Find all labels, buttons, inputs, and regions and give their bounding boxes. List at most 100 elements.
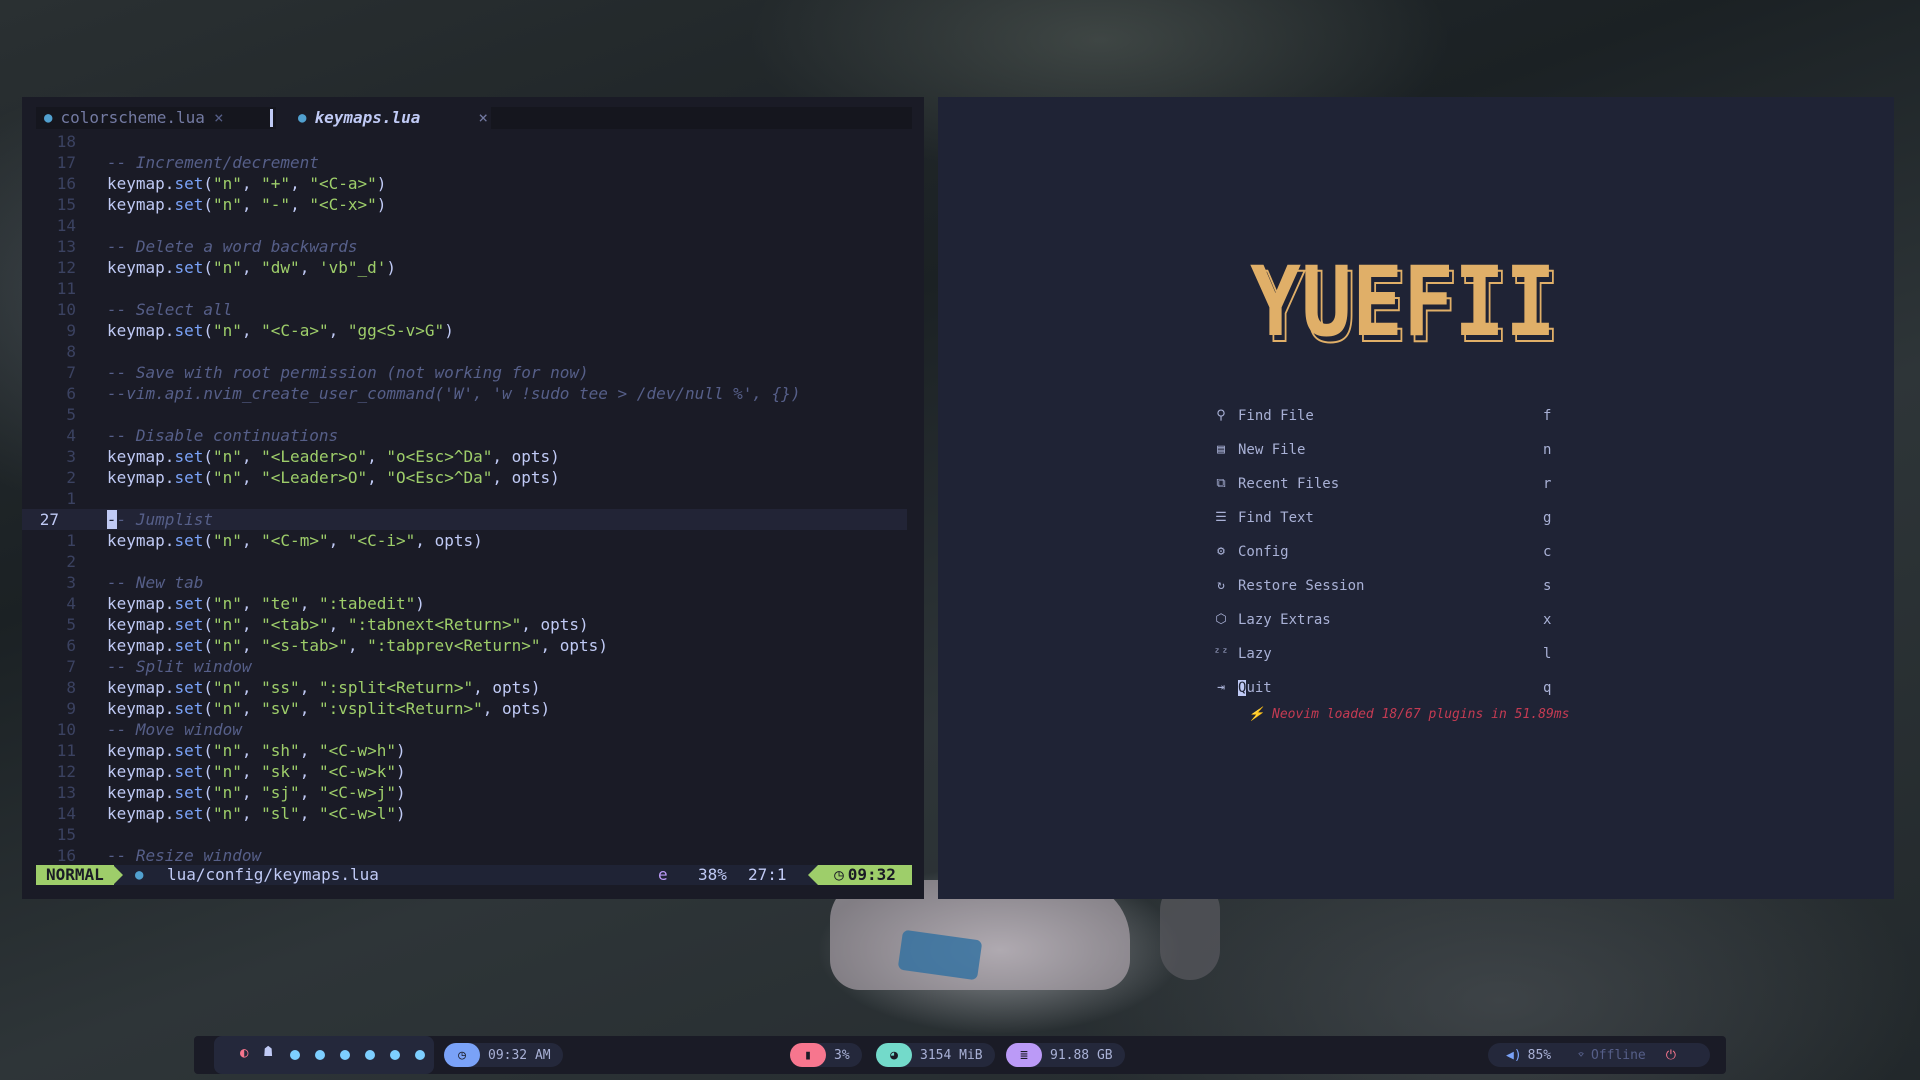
volume-text[interactable]: 85% xyxy=(1528,1048,1551,1063)
line-number: 8 xyxy=(66,342,76,361)
code-line[interactable]: 9 keymap.set("n", "<C-a>", "gg<S-v>G") xyxy=(22,320,924,341)
dashboard-item-lazy-extras[interactable]: ⬡ Lazy Extras x xyxy=(1213,603,1613,637)
code-line[interactable]: 1 keymap.set("n", "<C-m>", "<C-i>", opts) xyxy=(22,530,924,551)
close-icon[interactable]: × xyxy=(478,107,488,129)
token-pl: , xyxy=(328,615,348,634)
code-line[interactable]: 10 -- Select all xyxy=(22,299,924,320)
clock-widget[interactable]: ◷ 09:32 AM xyxy=(444,1043,563,1067)
tab-colorscheme[interactable]: ● colorscheme.lua × xyxy=(44,107,224,129)
code-line[interactable]: 4 keymap.set("n", "te", ":tabedit") xyxy=(22,593,924,614)
code-line[interactable]: 15 keymap.set("n", "-", "<C-x>") xyxy=(22,194,924,215)
code-line[interactable]: 7 -- Split window xyxy=(22,656,924,677)
token-pl: , opts) xyxy=(492,447,560,466)
line-text: keymap.set("n", "sl", "<C-w>l") xyxy=(107,803,406,824)
editor-window[interactable]: ● colorscheme.lua × ● keymaps.lua × 18 17… xyxy=(22,97,924,899)
line-number: 11 xyxy=(56,279,76,298)
close-icon[interactable]: × xyxy=(214,107,224,129)
line-number: 1 xyxy=(66,489,76,508)
workspace-dot[interactable] xyxy=(415,1050,425,1060)
code-line[interactable]: 10 -- Move window xyxy=(22,719,924,740)
dashboard-window[interactable]: YUEFII YUEFII ⚲ Find File f ▤ New File n ⧉ Rece… xyxy=(938,97,1894,899)
wifi-icon[interactable]: ⌔ xyxy=(1577,1048,1585,1063)
file-icon: ▤ xyxy=(1217,442,1225,457)
code-line[interactable]: 5 keymap.set("n", "<tab>", ":tabnext<Retu… xyxy=(22,614,924,635)
code-line[interactable]: 17 -- Increment/decrement xyxy=(22,152,924,173)
token-str: ":tabnext<Return>" xyxy=(347,615,522,634)
code-buffer[interactable]: 18 17 -- Increment/decrement 16 keymap.set("… xyxy=(22,131,924,866)
code-line[interactable]: 3 keymap.set("n", "<Leader>o", "o<Esc>^Da… xyxy=(22,446,924,467)
line-number: 5 xyxy=(66,405,76,424)
workspace-dot[interactable] xyxy=(365,1050,375,1060)
gear-icon: ⚙ xyxy=(1217,544,1225,559)
code-line[interactable]: 1 xyxy=(22,488,924,509)
dashboard-item-lazy[interactable]: ᶻᶻ Lazy l xyxy=(1213,637,1613,671)
code-line[interactable]: 13 -- Delete a word backwards xyxy=(22,236,924,257)
dashboard-item-find-file[interactable]: ⚲ Find File f xyxy=(1213,399,1613,433)
volume-icon[interactable]: ◀) xyxy=(1506,1048,1522,1063)
power-icon[interactable]: ⏻ xyxy=(1666,1048,1676,1063)
disk-widget[interactable]: ≣ 91.88 GB xyxy=(1006,1043,1125,1067)
code-line[interactable]: 16 -- Resize window xyxy=(22,845,924,866)
code-line[interactable]: 6 --vim.api.nvim_create_user_command('W',… xyxy=(22,383,924,404)
token-pl: , xyxy=(299,258,319,277)
code-line[interactable]: 14 xyxy=(22,215,924,236)
token-pl: ) xyxy=(396,783,406,802)
token-pl: , xyxy=(241,699,262,718)
token-str: "dw" xyxy=(261,258,300,277)
tab-keymaps[interactable]: ● keymaps.lua × xyxy=(298,107,488,129)
code-line[interactable]: 2 keymap.set("n", "<Leader>O", "O<Esc>^Da… xyxy=(22,467,924,488)
lua-icon: ● xyxy=(135,867,144,883)
code-line[interactable]: 6 keymap.set("n", "<s-tab>", ":tabprev<Re… xyxy=(22,635,924,656)
code-line[interactable]: 4 -- Disable continuations xyxy=(22,425,924,446)
code-line[interactable]: 11 xyxy=(22,278,924,299)
current-line[interactable]: 27 -- Jumplist xyxy=(22,509,907,530)
dashboard-item-new-file[interactable]: ▤ New File n xyxy=(1213,433,1613,467)
code-line[interactable]: 14 keymap.set("n", "sl", "<C-w>l") xyxy=(22,803,924,824)
code-line[interactable]: 8 keymap.set("n", "ss", ":split<Return>",… xyxy=(22,677,924,698)
token-fn: set xyxy=(174,678,204,697)
token-fn: set xyxy=(174,321,204,340)
code-line[interactable]: 12 keymap.set("n", "dw", 'vb"_d') xyxy=(22,257,924,278)
dashboard-item-recent-files[interactable]: ⧉ Recent Files r xyxy=(1213,467,1613,501)
code-line[interactable]: 3 -- New tab xyxy=(22,572,924,593)
lazy-icon: ᶻᶻ xyxy=(1213,646,1229,661)
dashboard-item-config[interactable]: ⚙ Config c xyxy=(1213,535,1613,569)
token-str: "<C-x>" xyxy=(309,195,377,214)
code-line[interactable]: 8 xyxy=(22,341,924,362)
token-str: "sh" xyxy=(261,741,300,760)
code-line[interactable]: 15 xyxy=(22,824,924,845)
statusline-percent: 38% xyxy=(698,865,727,884)
line-number: 11 xyxy=(56,741,76,760)
workspace-dot[interactable] xyxy=(315,1050,325,1060)
memory-text: 3154 MiB xyxy=(920,1047,983,1063)
code-line[interactable]: 12 keymap.set("n", "sk", "<C-w>k") xyxy=(22,761,924,782)
token-pl: keymap. xyxy=(107,804,175,823)
code-line[interactable]: 18 xyxy=(22,131,924,152)
dashboard-item-find-text[interactable]: ☰ Find Text g xyxy=(1213,501,1613,535)
token-str: "ss" xyxy=(261,678,300,697)
code-line[interactable]: 13 keymap.set("n", "sj", "<C-w>j") xyxy=(22,782,924,803)
token-pl: , opts) xyxy=(415,531,483,550)
code-line[interactable]: 9 keymap.set("n", "sv", ":vsplit<Return>"… xyxy=(22,698,924,719)
dashboard-item-quit[interactable]: ⇥ Quit q xyxy=(1213,671,1613,705)
code-line[interactable]: 16 keymap.set("n", "+", "<C-a>") xyxy=(22,173,924,194)
dashboard-item-label: Find File xyxy=(1238,408,1314,424)
workspace-dot[interactable] xyxy=(340,1050,350,1060)
ghost-icon[interactable]: ☗ xyxy=(264,1044,272,1060)
code-line[interactable]: 11 keymap.set("n", "sh", "<C-w>h") xyxy=(22,740,924,761)
memory-widget[interactable]: ◕ 3154 MiB xyxy=(876,1043,995,1067)
arch-icon[interactable]: ◐ xyxy=(240,1045,248,1061)
line-number: 4 xyxy=(66,426,76,445)
tab-label: keymaps.lua xyxy=(314,108,421,127)
network-text[interactable]: Offline xyxy=(1591,1048,1646,1063)
dashboard-item-restore-session[interactable]: ↻ Restore Session s xyxy=(1213,569,1613,603)
cpu-widget[interactable]: ▮ 3% xyxy=(790,1043,862,1067)
code-line[interactable]: 7 -- Save with root permission (not worki… xyxy=(22,362,924,383)
code-line[interactable]: 5 xyxy=(22,404,924,425)
token-pl: , opts) xyxy=(521,615,589,634)
token-cm: -- Disable continuations xyxy=(107,426,339,445)
code-line[interactable]: 2 xyxy=(22,551,924,572)
workspace-dot[interactable] xyxy=(290,1050,300,1060)
workspace-dot[interactable] xyxy=(390,1050,400,1060)
token-pl: ( xyxy=(203,447,213,466)
